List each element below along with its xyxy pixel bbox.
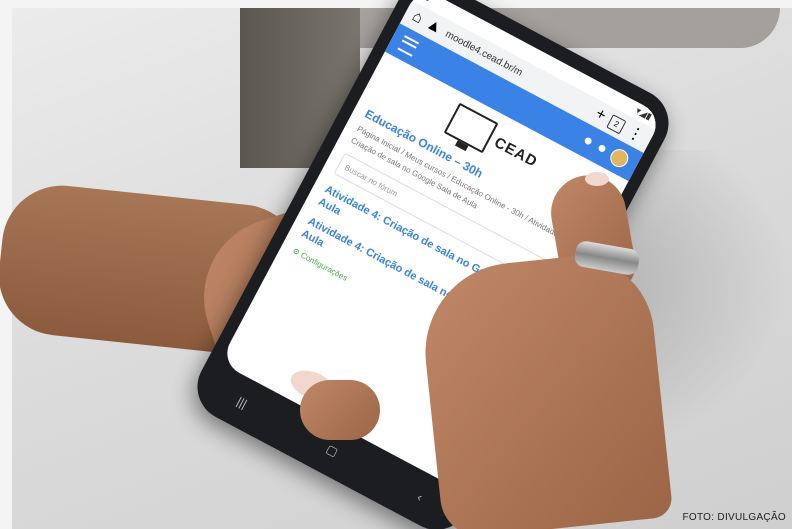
logo-text: CEAD: [491, 133, 541, 171]
back-icon[interactable]: ‹: [415, 490, 425, 504]
new-tab-icon[interactable]: +: [592, 105, 609, 125]
photo-frame: ●▾◢▮ ⌂ ▲ moodle4.cead.br/m + 2 ⋮ ● ● CEA…: [0, 0, 792, 529]
hamburger-menu-icon[interactable]: [397, 35, 420, 57]
more-icon[interactable]: ⋮: [624, 121, 648, 146]
right-hand: [416, 248, 674, 529]
avatar[interactable]: [607, 145, 632, 171]
left-fingers: [300, 380, 380, 440]
recent-apps-icon[interactable]: |||: [234, 394, 249, 411]
home-icon[interactable]: ⌂: [409, 8, 426, 28]
home-button-icon[interactable]: ▢: [324, 442, 341, 460]
photo-credit: FOTO: DIVULGAÇÃO: [682, 512, 786, 523]
chat-icon[interactable]: ●: [593, 139, 611, 159]
lock-icon: ▲: [423, 15, 446, 38]
bell-icon[interactable]: ●: [579, 131, 597, 151]
thumb-nail: [585, 172, 609, 186]
tabs-icon[interactable]: 2: [606, 113, 627, 134]
